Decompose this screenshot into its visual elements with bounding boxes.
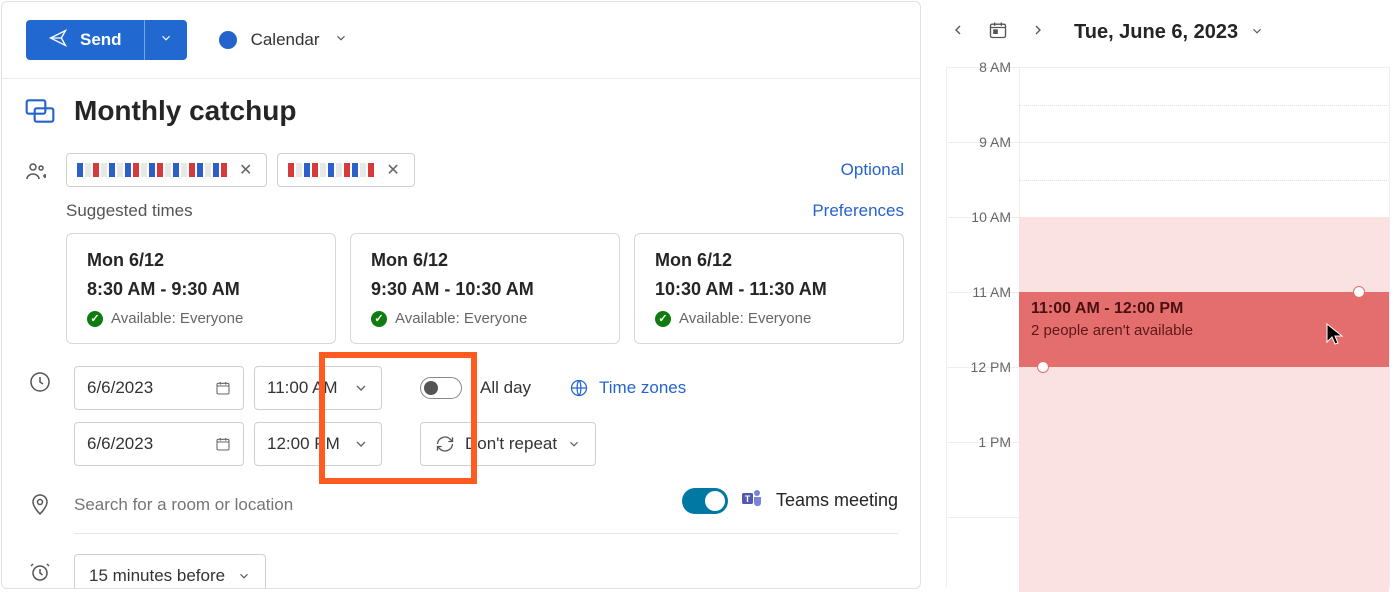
card-date: Mon 6/12 (371, 250, 599, 271)
event-title-input[interactable] (74, 89, 898, 133)
chevron-down-icon (334, 31, 348, 50)
card-time: 10:30 AM - 11:30 AM (655, 279, 883, 300)
calendar-date-heading[interactable]: Tue, June 6, 2023 (1074, 21, 1264, 44)
end-time-value: 12:00 PM (267, 434, 340, 454)
suggested-time-card[interactable]: Mon 6/12 10:30 AM - 11:30 AM ✓Available: E… (634, 233, 904, 344)
check-icon: ✓ (371, 311, 387, 327)
start-date-value: 6/6/2023 (87, 378, 153, 398)
hour-label: 1 PM (957, 434, 1011, 450)
repeat-button[interactable]: Don't repeat (420, 422, 596, 466)
event-resize-bottom-handle[interactable] (1037, 361, 1049, 373)
start-date-field[interactable]: 6/6/2023 (74, 366, 244, 410)
redacted-name (77, 163, 227, 177)
card-time: 8:30 AM - 9:30 AM (87, 279, 315, 300)
repeat-icon (435, 434, 455, 454)
optional-link[interactable]: Optional (841, 160, 904, 180)
check-icon: ✓ (655, 311, 671, 327)
chevron-down-icon (567, 437, 581, 451)
calendar-event[interactable]: 11:00 AM - 12:00 PM 2 people aren't avail… (1019, 292, 1389, 367)
conversation-icon (24, 89, 56, 127)
hour-label: 9 AM (957, 134, 1011, 150)
send-icon (48, 28, 68, 53)
remove-attendee-icon[interactable]: ✕ (235, 160, 256, 180)
calendar-selector[interactable]: Calendar (219, 30, 348, 50)
hour-label: 11 AM (957, 284, 1011, 300)
svg-text:T: T (745, 494, 751, 504)
end-date-value: 6/6/2023 (87, 434, 153, 454)
reminder-alarm-icon (24, 554, 56, 584)
chevron-down-icon (353, 436, 369, 452)
calendar-icon (215, 380, 231, 396)
busy-range (1019, 217, 1389, 592)
card-date: Mon 6/12 (655, 250, 883, 271)
preferences-link[interactable]: Preferences (812, 201, 904, 221)
card-availability: ✓Available: Everyone (371, 310, 599, 327)
teams-icon: T (740, 486, 764, 515)
teams-label: Teams meeting (776, 490, 898, 511)
location-icon (24, 486, 56, 516)
hour-label: 12 PM (957, 359, 1011, 375)
suggested-time-card[interactable]: Mon 6/12 9:30 AM - 10:30 AM ✓Available: Ev… (350, 233, 620, 344)
event-availability: 2 people aren't available (1031, 322, 1377, 339)
send-label: Send (80, 30, 122, 50)
globe-icon (569, 378, 589, 398)
attendee-chip[interactable]: ✕ (66, 153, 267, 187)
start-time-value: 11:00 AM (267, 378, 338, 398)
prev-day-button[interactable] (946, 18, 970, 47)
reminder-label: 15 minutes before (89, 566, 225, 586)
location-input[interactable] (74, 487, 568, 515)
attendees-icon (24, 153, 48, 183)
hour-slot[interactable]: 9 AM (947, 142, 1389, 217)
chevron-down-icon (159, 31, 173, 50)
event-time: 11:00 AM - 12:00 PM (1031, 300, 1377, 318)
timezones-label: Time zones (599, 378, 686, 398)
start-time-field[interactable]: 11:00 AM (254, 366, 382, 410)
end-date-field[interactable]: 6/6/2023 (74, 422, 244, 466)
next-day-button[interactable] (1026, 18, 1050, 47)
calendar-color-icon (219, 31, 237, 49)
hour-label: 8 AM (957, 59, 1011, 75)
card-date: Mon 6/12 (87, 250, 315, 271)
card-availability: ✓Available: Everyone (655, 310, 883, 327)
timezones-link[interactable]: Time zones (569, 378, 686, 398)
suggested-times-label: Suggested times (66, 201, 193, 221)
attendee-chip[interactable]: ✕ (277, 153, 414, 187)
chevron-down-icon (1250, 24, 1264, 38)
end-time-field[interactable]: 12:00 PM (254, 422, 382, 466)
calendar-label: Calendar (251, 30, 320, 50)
calendar-icon (215, 436, 231, 452)
calendar-date-text: Tue, June 6, 2023 (1074, 21, 1238, 43)
suggested-time-card[interactable]: Mon 6/12 8:30 AM - 9:30 AM ✓Available: Eve… (66, 233, 336, 344)
repeat-label: Don't repeat (465, 434, 557, 454)
hour-slot[interactable]: 8 AM (947, 67, 1389, 142)
card-time: 9:30 AM - 10:30 AM (371, 279, 599, 300)
hour-label: 10 AM (957, 209, 1011, 225)
allday-label: All day (480, 378, 531, 398)
teams-toggle[interactable] (682, 488, 728, 514)
check-icon: ✓ (87, 311, 103, 327)
clock-icon (24, 364, 56, 394)
chevron-down-icon (353, 380, 369, 396)
calendar-timeline[interactable]: 8 AM9 AM10 AM11 AM12 PM1 PM11:00 AM - 12… (946, 67, 1390, 587)
send-dropdown[interactable] (144, 20, 187, 60)
card-availability: ✓Available: Everyone (87, 310, 315, 327)
send-button[interactable]: Send (26, 20, 187, 60)
today-calendar-button[interactable] (984, 16, 1012, 49)
remove-attendee-icon[interactable]: ✕ (382, 160, 403, 180)
allday-toggle[interactable] (420, 377, 462, 399)
chevron-down-icon (237, 569, 251, 583)
reminder-button[interactable]: 15 minutes before (74, 554, 266, 589)
event-resize-top-handle[interactable] (1353, 286, 1365, 298)
redacted-name (288, 163, 374, 177)
